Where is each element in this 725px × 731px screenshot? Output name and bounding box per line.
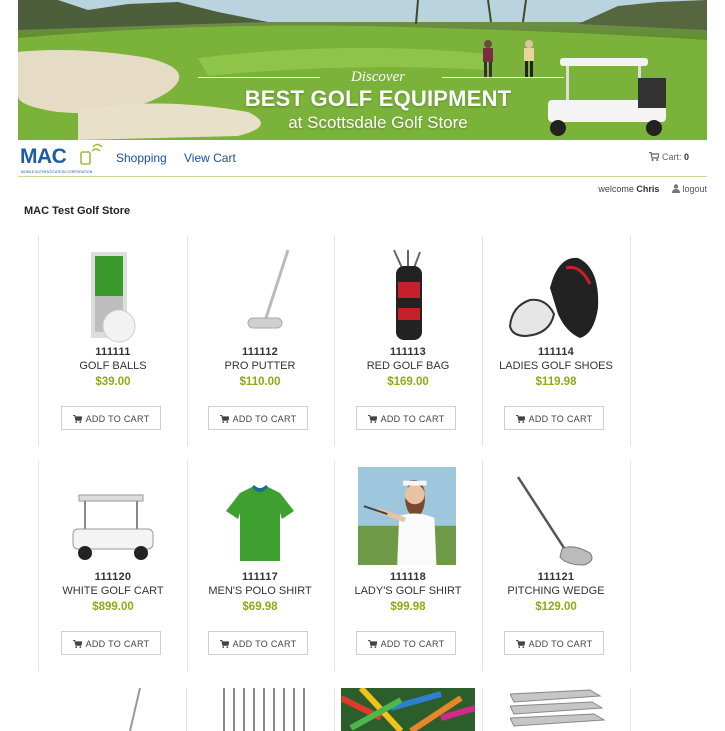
nav-shopping-link[interactable]: Shopping [116,151,167,165]
banner-subline: at Scottsdale Golf Store [288,113,468,132]
golf-bag-image[interactable] [358,248,458,348]
welcome-text: welcome [598,184,634,194]
product-price: $99.98 [390,601,426,613]
user-welcome: welcome Chris logout [598,184,707,194]
add-to-cart-button[interactable]: ADD TO CART [356,631,456,655]
product-name[interactable]: MEN'S POLO SHIRT [186,585,334,597]
product-name[interactable]: GOLF BALLS [39,360,187,372]
product-id: 111112 [241,346,279,358]
polo-shirt-image[interactable] [210,473,310,573]
product-id: 111114 [537,346,575,358]
shopping-cart-icon [649,151,661,161]
add-to-cart-button[interactable]: ADD TO CART [61,631,161,655]
top-navbar: MAC MOBILE AUTHENTICATION CORPORATION Sh… [18,140,707,177]
product-card: 111118 LADY'S GOLF SHIRT $99.98 ADD TO C… [334,461,483,671]
add-to-cart-button[interactable]: ADD TO CART [208,406,308,430]
banner-text: Discover BEST GOLF EQUIPMENT at Scottsda… [178,68,578,134]
product-card: 111121 PITCHING WEDGE $129.00 ADD TO CAR… [482,461,631,671]
product-name[interactable]: RED GOLF BAG [334,360,482,372]
user-icon [671,184,680,193]
logo-tagline: MOBILE AUTHENTICATION CORPORATION [21,170,93,174]
grid-divider [334,688,336,731]
grid-divider [630,688,632,731]
product-card: 111111 GOLF BALLS $39.00 ADD TO CART [38,236,188,446]
store-title: MAC Test Golf Store [24,205,131,217]
product-card: 111117 MEN'S POLO SHIRT $69.98 ADD TO CA… [186,461,335,671]
product-name[interactable]: PRO PUTTER [186,360,334,372]
shopping-cart-icon [515,415,525,423]
product-id: 111120 [94,571,132,583]
colored-tees-image[interactable] [341,688,475,731]
product-price: $39.00 [95,376,131,388]
hero-banner: Discover BEST GOLF EQUIPMENT at Scottsda… [18,0,707,140]
product-id: 111111 [95,346,131,358]
add-to-cart-button[interactable]: ADD TO CART [356,406,456,430]
tees-image[interactable] [220,688,310,731]
cart-label: Cart: [661,152,682,162]
wedge-image[interactable] [506,473,606,573]
wifi-signal-icon [80,143,103,165]
cart-count: 0 [683,152,689,162]
grid-divider [482,688,484,731]
add-to-cart-button[interactable]: ADD TO CART [61,406,161,430]
logout-link[interactable]: logout [671,184,707,194]
nav-view-cart-link[interactable]: View Cart [184,151,236,165]
product-card: 111114 LADIES GOLF SHOES $119.98 ADD TO … [482,236,631,446]
add-to-cart-label: ADD TO CART [232,639,297,649]
mac-logo[interactable]: MAC MOBILE AUTHENTICATION CORPORATION [20,143,108,175]
add-to-cart-label: ADD TO CART [380,639,445,649]
shopping-cart-icon [367,640,377,648]
club-shaft-image[interactable] [120,688,150,731]
shopping-cart-icon [367,415,377,423]
shopping-cart-icon [219,640,229,648]
add-to-cart-label: ADD TO CART [528,414,593,424]
product-name[interactable]: PITCHING WEDGE [482,585,630,597]
iron-set-image[interactable] [510,688,606,731]
shopping-cart-icon [515,640,525,648]
grid-divider [186,688,188,731]
logout-label: logout [682,184,707,194]
product-price: $899.00 [92,601,134,613]
banner-headline: BEST GOLF EQUIPMENT [244,86,512,111]
product-name[interactable]: WHITE GOLF CART [39,585,187,597]
product-card: 111113 RED GOLF BAG $169.00 ADD TO CART [334,236,483,446]
product-price: $129.00 [535,601,577,613]
product-id: 111121 [537,571,575,583]
logo-text: MAC [20,145,67,168]
banner-discover: Discover [350,69,406,85]
shopping-cart-icon [219,415,229,423]
putter-image[interactable] [210,248,310,348]
product-price: $119.98 [535,376,577,388]
product-name[interactable]: LADY'S GOLF SHIRT [334,585,482,597]
product-id: 111118 [389,571,427,583]
shopping-cart-icon [72,415,82,423]
add-to-cart-label: ADD TO CART [85,639,150,649]
golf-balls-image[interactable] [63,248,163,348]
add-to-cart-label: ADD TO CART [380,414,445,424]
product-card: 111112 PRO PUTTER $110.00 ADD TO CART [186,236,335,446]
product-price: $110.00 [239,376,281,388]
product-name[interactable]: LADIES GOLF SHOES [482,360,630,372]
add-to-cart-label: ADD TO CART [85,414,150,424]
product-price: $169.00 [387,376,429,388]
product-price: $69.98 [242,601,278,613]
shopping-cart-icon [72,640,82,648]
cart-summary-link[interactable]: Cart: 0 [649,151,689,162]
user-name: Chris [636,184,660,194]
add-to-cart-label: ADD TO CART [528,639,593,649]
golfer-photo-image[interactable] [358,463,456,569]
product-id: 111117 [241,571,279,583]
product-id: 111113 [389,346,427,358]
add-to-cart-button[interactable]: ADD TO CART [208,631,308,655]
add-to-cart-label: ADD TO CART [232,414,297,424]
add-to-cart-button[interactable]: ADD TO CART [504,406,604,430]
golf-shoes-image[interactable] [506,248,606,348]
add-to-cart-button[interactable]: ADD TO CART [504,631,604,655]
golf-cart-image[interactable] [63,473,163,573]
product-card: 111120 WHITE GOLF CART $899.00 ADD TO CA… [38,461,188,671]
